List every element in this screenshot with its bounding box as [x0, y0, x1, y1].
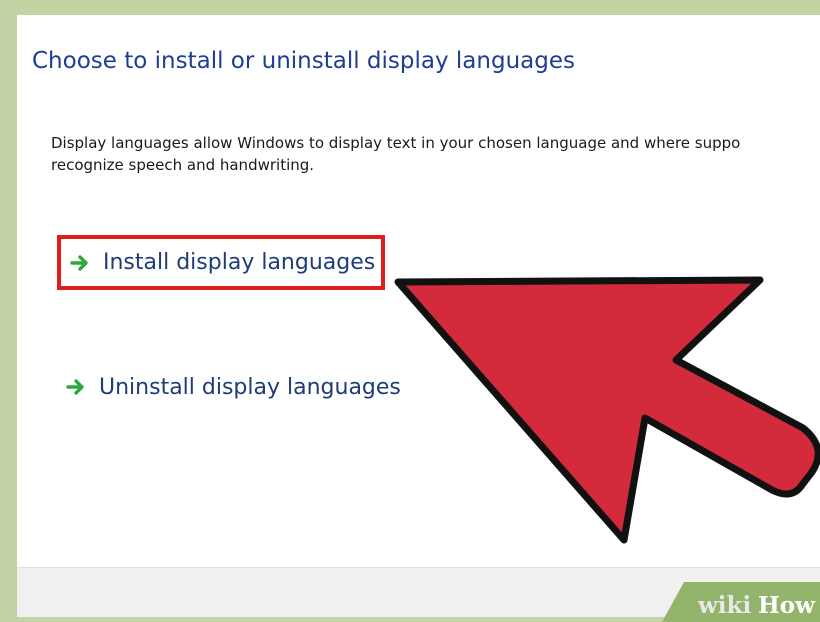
uninstall-display-languages-label: Uninstall display languages	[99, 374, 401, 400]
install-display-languages-label: Install display languages	[103, 250, 376, 275]
uninstall-display-languages-link[interactable]: Uninstall display languages	[65, 367, 401, 407]
watermark-how-text: How	[758, 592, 816, 619]
wikihow-watermark: wiki How	[662, 582, 820, 622]
description-line-1: Display languages allow Windows to displ…	[51, 134, 741, 152]
green-arrow-icon	[66, 379, 84, 395]
description-line-2: recognize speech and handwriting.	[51, 156, 315, 174]
green-arrow-icon	[70, 254, 88, 271]
install-display-languages-link[interactable]: Install display languages	[57, 235, 385, 290]
page-title: Choose to install or uninstall display l…	[32, 48, 575, 74]
screenshot-frame: Choose to install or uninstall display l…	[0, 0, 820, 622]
description-text: Display languages allow Windows to displ…	[51, 132, 820, 176]
watermark-wiki-text: wiki	[697, 592, 751, 619]
language-settings-panel: Choose to install or uninstall display l…	[17, 15, 820, 617]
